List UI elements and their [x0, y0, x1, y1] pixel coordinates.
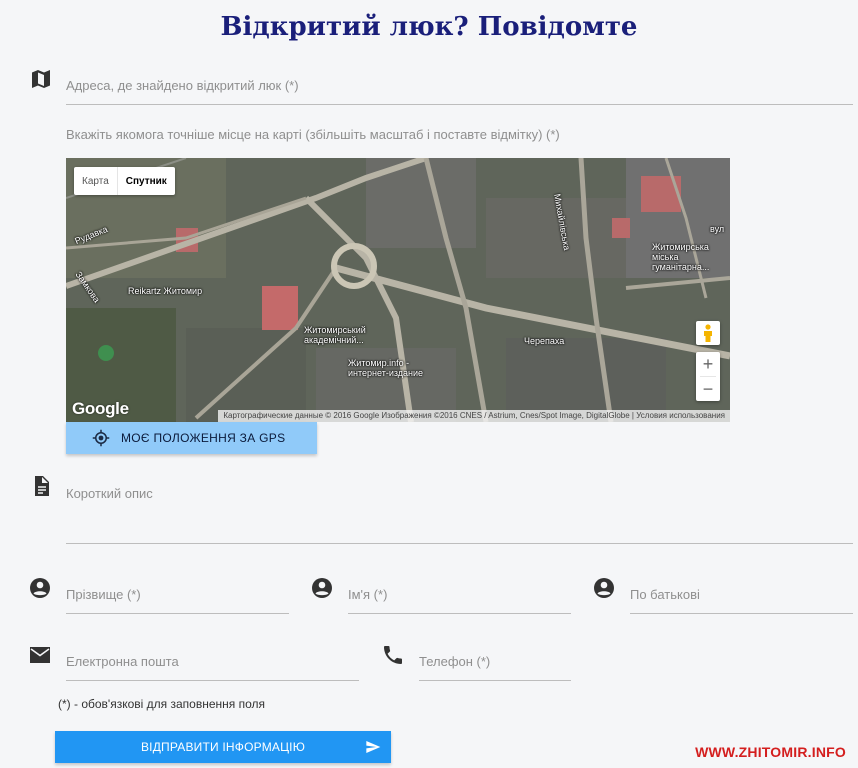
- zoom-control: + −: [696, 352, 720, 401]
- phone-icon: [381, 643, 405, 667]
- map-type-satellite-button[interactable]: Спутник: [116, 167, 175, 195]
- document-icon: [29, 474, 53, 498]
- location-map[interactable]: Карта Спутник Рудавка Замкова Reikartz Ж…: [66, 158, 730, 422]
- patronymic-field[interactable]: [630, 586, 853, 614]
- page-title: Відкритий люк? Повідомте: [220, 12, 638, 42]
- gps-location-button[interactable]: МОЄ ПОЛОЖЕННЯ ЗА GPS: [66, 422, 317, 454]
- email-field[interactable]: [66, 653, 359, 681]
- map-label-humanitarian: Житомирська міська гуманітарна...: [652, 242, 710, 272]
- map-type-control: Карта Спутник: [74, 167, 175, 195]
- gps-button-label: МОЄ ПОЛОЖЕННЯ ЗА GPS: [121, 431, 286, 445]
- map-label-academic: Житомирський академічний...: [304, 325, 366, 345]
- account-circle-icon: [310, 576, 334, 600]
- map-attribution[interactable]: Картографические данные © 2016 Google Из…: [218, 410, 730, 422]
- send-icon: [366, 741, 381, 753]
- account-circle-icon: [592, 576, 616, 600]
- map-label-cherepaha: Черепаха: [524, 336, 565, 346]
- email-input[interactable]: [66, 654, 359, 669]
- surname-field[interactable]: [66, 586, 289, 614]
- submit-button[interactable]: ВІДПРАВИТИ ІНФОРМАЦІЮ: [55, 731, 391, 763]
- surname-input[interactable]: [66, 587, 289, 602]
- submit-button-label: ВІДПРАВИТИ ІНФОРМАЦІЮ: [140, 740, 306, 754]
- google-logo: Google: [72, 399, 129, 418]
- map-hint: Вкажіть якомога точніше місце на карті (…: [66, 127, 560, 142]
- site-watermark: WWW.ZHITOMIR.INFO: [695, 744, 846, 760]
- firstname-input[interactable]: [348, 587, 571, 602]
- description-input[interactable]: [66, 486, 853, 501]
- crosshair-icon: [92, 429, 110, 447]
- firstname-field[interactable]: [348, 586, 571, 614]
- required-fields-note: (*) - обов'язкові для заповнення поля: [58, 697, 265, 711]
- description-field[interactable]: [66, 485, 853, 544]
- address-input[interactable]: [66, 78, 853, 93]
- phone-field[interactable]: [419, 653, 571, 681]
- patronymic-input[interactable]: [630, 587, 853, 602]
- address-field[interactable]: [66, 77, 853, 105]
- street-view-pegman[interactable]: [696, 321, 720, 345]
- map-type-map-button[interactable]: Карта: [74, 167, 117, 195]
- map-icon: [29, 67, 53, 91]
- map-label-zhitomir-info: Житомир.info - интернет-издание: [348, 358, 424, 378]
- pegman-icon: [704, 324, 712, 342]
- map-label-vul: вул: [710, 224, 725, 234]
- envelope-icon: [28, 643, 52, 667]
- account-circle-icon: [28, 576, 52, 600]
- phone-input[interactable]: [419, 654, 571, 669]
- zoom-out-button[interactable]: −: [696, 377, 720, 401]
- map-label-reikartz: Reikartz Житомир: [128, 286, 203, 296]
- zoom-in-button[interactable]: +: [696, 352, 720, 376]
